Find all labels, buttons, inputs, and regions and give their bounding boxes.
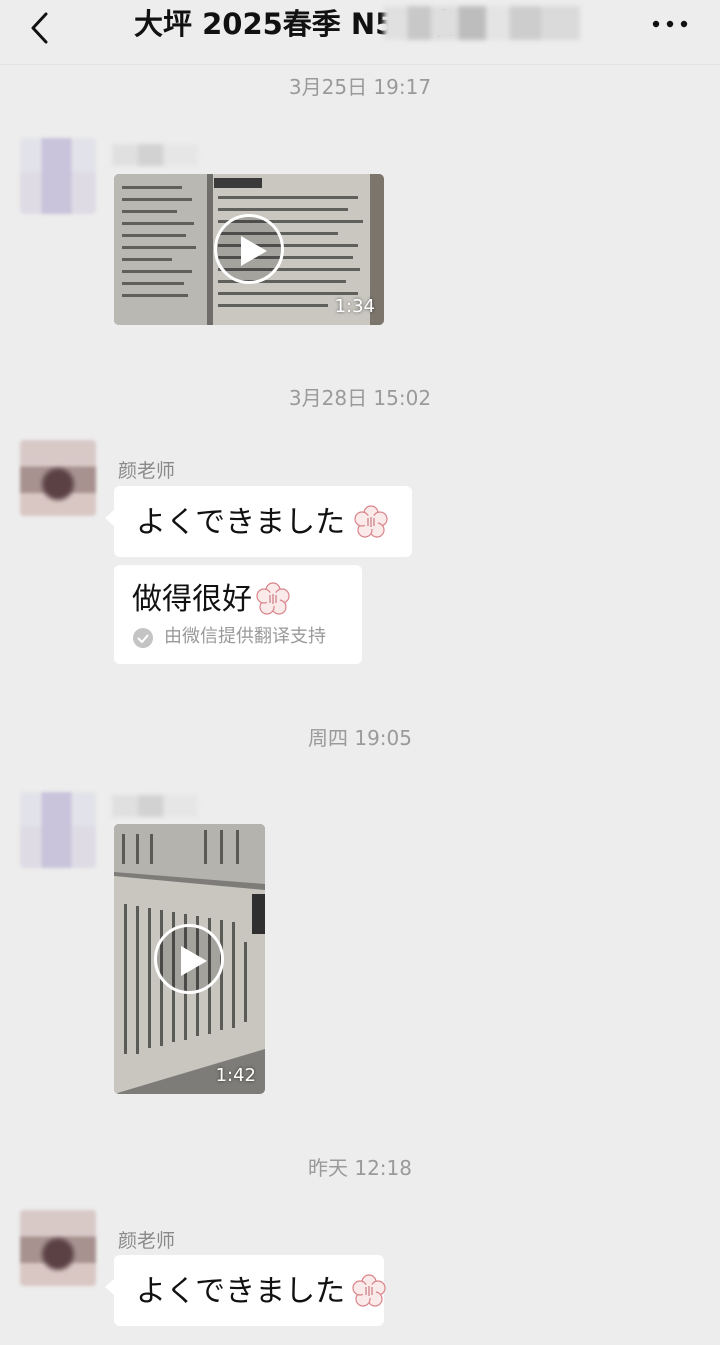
redacted-title-mask xyxy=(384,6,580,40)
translation-text: 做得很好 xyxy=(132,582,252,617)
timestamp: 昨天 12:18 xyxy=(308,1156,412,1180)
translation-bubble[interactable]: 做得很好 由微信提供翻译支持 xyxy=(114,565,362,664)
avatar[interactable] xyxy=(20,440,96,516)
more-dots-icon xyxy=(652,20,688,28)
sender-name: 颜老师 xyxy=(118,460,176,482)
sakura-stamp-icon xyxy=(352,1274,386,1307)
translation-source-label: 由微信提供翻译支持 xyxy=(164,626,326,647)
check-circle-icon xyxy=(133,628,153,648)
avatar[interactable] xyxy=(20,1210,96,1286)
play-icon[interactable] xyxy=(214,214,284,284)
sender-name: 颜老师 xyxy=(118,1230,176,1252)
avatar[interactable] xyxy=(20,792,96,868)
message-text: よくできました xyxy=(136,505,346,540)
redacted-sender-name xyxy=(112,144,198,166)
sakura-stamp-icon xyxy=(354,505,388,538)
video-duration: 1:34 xyxy=(334,296,375,317)
timestamp: 3月25日 19:17 xyxy=(288,75,432,99)
video-message[interactable]: 1:42 xyxy=(114,824,265,1094)
timestamp: 3月28日 15:02 xyxy=(288,386,432,410)
message-bubble[interactable]: よくできました xyxy=(105,486,412,557)
video-message[interactable]: 1:34 xyxy=(114,174,384,325)
sakura-stamp-icon xyxy=(256,582,290,615)
timestamp: 周四 19:05 xyxy=(308,726,412,750)
message-bubble[interactable]: よくできました xyxy=(105,1255,386,1326)
video-duration: 1:42 xyxy=(215,1065,256,1086)
play-icon[interactable] xyxy=(154,924,224,994)
chat-header: 大坪 2025春季 N5-1班 xyxy=(0,0,720,65)
more-button[interactable] xyxy=(648,10,692,38)
avatar[interactable] xyxy=(20,138,96,214)
message-text: よくできました xyxy=(136,1274,346,1309)
redacted-sender-name xyxy=(112,795,198,817)
chevron-left-icon xyxy=(31,12,48,44)
back-button[interactable] xyxy=(22,8,62,48)
